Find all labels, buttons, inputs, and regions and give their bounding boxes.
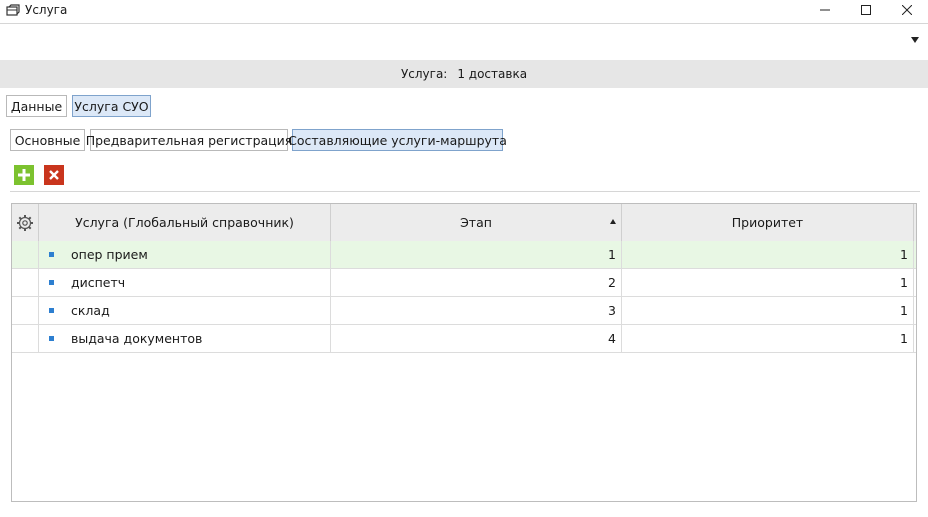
x-icon	[49, 170, 59, 180]
maximize-icon	[861, 5, 871, 15]
close-button[interactable]	[884, 0, 928, 20]
column-header-service-label: Услуга (Глобальный справочник)	[75, 215, 294, 230]
row-indicator	[12, 297, 39, 324]
cell-stage[interactable]: 2	[331, 269, 622, 296]
minimize-icon	[820, 9, 830, 11]
service-header: Услуга: 1 доставка	[0, 60, 928, 88]
cell-service[interactable]: опер прием	[39, 241, 331, 268]
tab-route-components[interactable]: Составляющие услуги-маршрута	[288, 129, 507, 151]
tab-main[interactable]: Основные	[10, 129, 85, 151]
column-settings-button[interactable]	[12, 204, 39, 241]
close-icon	[902, 5, 912, 15]
service-label: Услуга:	[400, 67, 448, 81]
cell-service[interactable]: склад	[39, 297, 331, 324]
column-header-priority[interactable]: Приоритет	[622, 204, 914, 241]
minimize-button[interactable]	[802, 0, 848, 20]
gear-icon	[17, 214, 33, 231]
add-button[interactable]	[14, 165, 34, 185]
delete-button[interactable]	[44, 165, 64, 185]
sort-ascending-icon	[610, 219, 616, 224]
table-row[interactable]: диспетч 2 1	[12, 269, 916, 297]
window-title: Услуга	[25, 3, 68, 17]
cell-priority[interactable]: 1	[622, 241, 914, 268]
cell-service[interactable]: выдача документов	[39, 325, 331, 352]
cell-service[interactable]: диспетч	[39, 269, 331, 296]
table-row[interactable]: склад 3 1	[12, 297, 916, 325]
service-value: 1 доставка	[457, 67, 528, 81]
plus-icon	[18, 169, 30, 181]
cell-stage[interactable]: 3	[331, 297, 622, 324]
tab-data[interactable]: Данные	[6, 95, 67, 117]
cell-stage[interactable]: 1	[331, 241, 622, 268]
table-row[interactable]: опер прием 1 1	[12, 241, 916, 269]
cell-stage[interactable]: 4	[331, 325, 622, 352]
window-app-icon	[6, 4, 20, 16]
chevron-down-icon[interactable]	[911, 37, 919, 43]
column-header-priority-label: Приоритет	[731, 215, 804, 230]
toolbar-separator	[10, 191, 920, 192]
tab-pre-registration[interactable]: Предварительная регистрация	[86, 129, 292, 151]
maximize-button[interactable]	[843, 0, 889, 20]
cell-priority[interactable]: 1	[622, 297, 914, 324]
title-separator	[0, 23, 928, 24]
row-indicator	[12, 325, 39, 352]
route-components-grid: Услуга (Глобальный справочник) Этап Прио…	[11, 203, 917, 502]
row-indicator	[12, 269, 39, 296]
cell-priority[interactable]: 1	[622, 325, 914, 352]
column-header-service[interactable]: Услуга (Глобальный справочник)	[39, 204, 331, 241]
table-row[interactable]: выдача документов 4 1	[12, 325, 916, 353]
row-indicator	[12, 241, 39, 268]
cell-priority[interactable]: 1	[622, 269, 914, 296]
column-header-stage[interactable]: Этап	[331, 204, 622, 241]
column-header-stage-label: Этап	[460, 215, 492, 230]
grid-header: Услуга (Глобальный справочник) Этап Прио…	[12, 204, 916, 242]
tab-service-suo[interactable]: Услуга СУО	[72, 95, 151, 117]
title-bar: Услуга	[0, 0, 928, 22]
